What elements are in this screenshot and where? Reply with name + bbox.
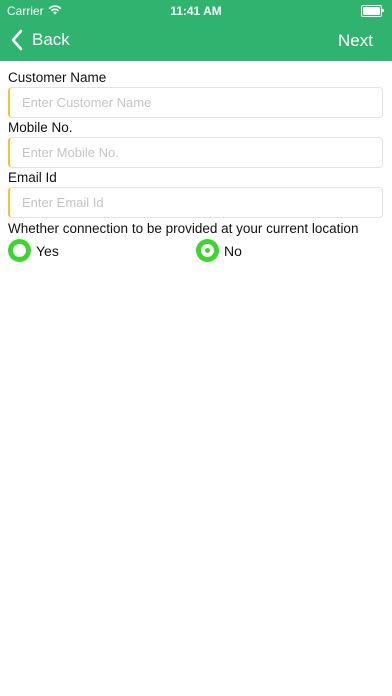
next-button[interactable]: Next (338, 31, 373, 51)
radio-selected-icon (196, 239, 219, 262)
connection-question: Whether connection to be provided at you… (8, 221, 359, 236)
email-field-container (8, 187, 383, 218)
back-button[interactable]: Back (10, 28, 70, 52)
customer-name-label: Customer Name (8, 70, 107, 85)
mobile-label: Mobile No. (8, 120, 73, 135)
email-input[interactable] (10, 188, 382, 217)
mobile-field-container (8, 137, 383, 168)
radio-circle-icon (8, 239, 31, 262)
email-label: Email Id (8, 170, 57, 185)
mobile-input[interactable] (10, 138, 382, 167)
radio-no[interactable]: No (196, 239, 242, 262)
radio-yes-label: Yes (36, 242, 59, 259)
radio-no-label: No (224, 242, 242, 259)
status-bar: Carrier 11:41 AM (0, 0, 392, 20)
app-header: Carrier 11:41 AM Back Next (0, 0, 392, 61)
radio-yes[interactable]: Yes (8, 239, 59, 262)
clock: 11:41 AM (170, 4, 222, 18)
back-label: Back (32, 30, 70, 49)
battery-icon (361, 5, 384, 17)
chevron-left-icon (11, 29, 23, 51)
customer-name-field-container (8, 87, 383, 118)
customer-name-input[interactable] (10, 88, 382, 117)
